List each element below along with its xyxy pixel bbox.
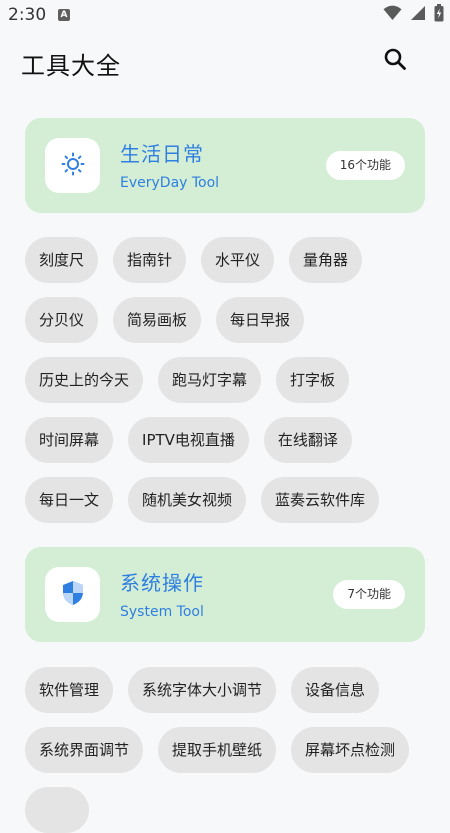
tool-chip[interactable]: 跑马灯字幕: [158, 357, 262, 403]
tool-chip[interactable]: 分贝仪: [25, 297, 99, 343]
page-title: 工具大全: [21, 52, 121, 80]
tool-list-everyday: 刻度尺 指南针 水平仪 量角器 分贝仪 简易画板 每日早报 历史上的今天 跑马灯…: [25, 237, 435, 523]
category-card-system[interactable]: 系统操作 System Tool 7个功能: [25, 547, 425, 642]
category-icon-box: [45, 138, 100, 193]
tool-chip-partial[interactable]: [25, 787, 89, 833]
tool-chip[interactable]: 提取手机壁纸: [158, 727, 277, 773]
tool-chip[interactable]: 打字板: [276, 357, 350, 403]
category-count-badge: 7个功能: [333, 580, 405, 609]
tool-chip[interactable]: 历史上的今天: [25, 357, 144, 403]
tool-chip[interactable]: 刻度尺: [25, 237, 99, 283]
tool-chip[interactable]: 在线翻译: [263, 417, 352, 463]
tool-chip[interactable]: 指南针: [113, 237, 187, 283]
sun-icon: [61, 152, 85, 180]
tool-chip[interactable]: IPTV电视直播: [128, 417, 249, 463]
tool-chip[interactable]: 每日早报: [216, 297, 305, 343]
tool-chip[interactable]: 量角器: [289, 237, 363, 283]
battery-icon: [434, 4, 444, 26]
signal-icon: [410, 5, 426, 25]
search-icon: [383, 47, 407, 75]
tool-chip[interactable]: 系统字体大小调节: [128, 667, 277, 713]
shield-icon: [62, 580, 84, 610]
notification-badge: A: [58, 9, 70, 21]
category-subtitle: System Tool: [120, 604, 204, 620]
tool-chip[interactable]: 时间屏幕: [25, 417, 114, 463]
tool-chip[interactable]: 简易画板: [113, 297, 202, 343]
tool-chip[interactable]: 屏幕坏点检测: [291, 727, 410, 773]
category-title: 系统操作: [120, 571, 204, 595]
tool-chip[interactable]: 水平仪: [201, 237, 275, 283]
app-header: 工具大全: [0, 30, 450, 94]
tool-chip[interactable]: 系统界面调节: [25, 727, 144, 773]
status-time: 2:30: [8, 5, 47, 25]
search-button[interactable]: [378, 44, 412, 78]
category-subtitle: EveryDay Tool: [120, 175, 220, 191]
tool-chip[interactable]: 蓝奏云软件库: [261, 477, 380, 523]
status-bar: 2:30 A: [0, 0, 450, 30]
tool-chip[interactable]: 设备信息: [291, 667, 380, 713]
category-icon-box: [45, 567, 100, 622]
tool-chip[interactable]: 软件管理: [25, 667, 114, 713]
status-icons: [383, 4, 444, 26]
category-count-badge: 16个功能: [325, 151, 405, 180]
category-title: 生活日常: [120, 142, 204, 166]
tool-chip[interactable]: 随机美女视频: [128, 477, 247, 523]
tool-list-system: 软件管理 系统字体大小调节 设备信息 系统界面调节 提取手机壁纸 屏幕坏点检测: [25, 667, 435, 833]
tool-chip[interactable]: 每日一文: [25, 477, 114, 523]
category-card-everyday[interactable]: 生活日常 EveryDay Tool 16个功能: [25, 118, 425, 213]
wifi-icon: [383, 5, 402, 25]
